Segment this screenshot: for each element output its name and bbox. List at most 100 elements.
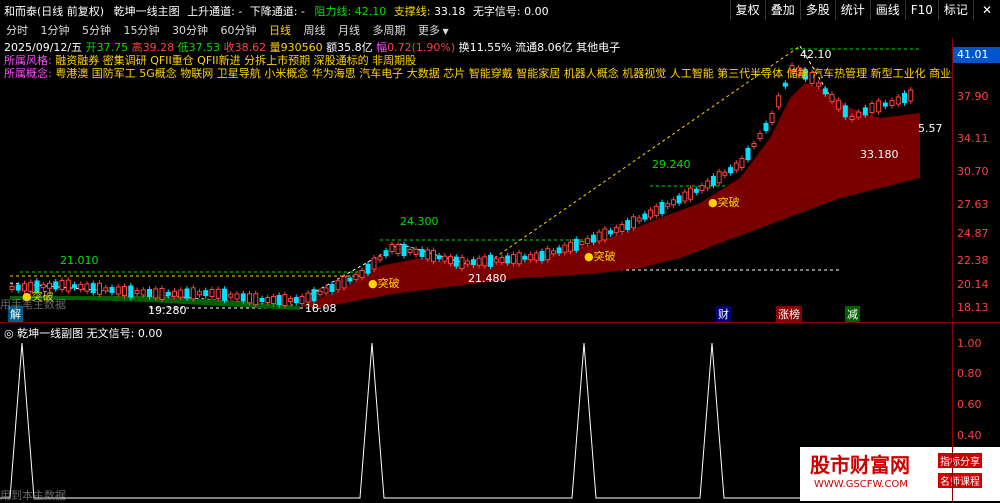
candle-body	[288, 298, 294, 302]
overlay-button[interactable]: 叠加	[764, 0, 800, 20]
concept-label: 所属概念:	[4, 67, 52, 80]
tab-more[interactable]: 更多 ▼	[418, 24, 449, 37]
candle-body	[716, 171, 722, 184]
turnover-value: 11.55%	[469, 41, 512, 54]
coin-icon: ●	[708, 196, 718, 209]
candle-body	[556, 247, 562, 254]
candle-body	[282, 294, 288, 306]
price-axis: 41.01 37.90 34.11 30.70 27.63 24.87 22.3…	[952, 38, 1000, 318]
breakout-marker: ●突破	[368, 277, 400, 290]
float-label: 流通	[515, 41, 538, 54]
period-tabs: 分时 1分钟 5分钟 15分钟 30分钟 60分钟 日线 周线 月线 多周期 更…	[6, 22, 458, 38]
candle-body	[842, 105, 848, 118]
candle-body	[579, 241, 585, 245]
price-label-33180: 33.180	[860, 148, 899, 161]
candle-body	[53, 281, 59, 290]
resistance-label: 阻力线:	[314, 5, 352, 18]
candle-body	[190, 287, 196, 300]
candle-body	[84, 283, 90, 292]
chart-watermark: 用手笔主数据	[0, 298, 66, 311]
tab-5min[interactable]: 5分钟	[82, 24, 111, 37]
restore-rights-button[interactable]: 复权	[729, 0, 765, 20]
main-chart[interactable]: 2025/09/12/五 开37.75 高39.28 低37.53 收38.62…	[0, 38, 952, 322]
candle-body	[733, 162, 739, 171]
candle-body	[745, 148, 751, 160]
candle-body	[849, 116, 855, 120]
candle-body	[147, 289, 152, 297]
candle-body	[642, 213, 648, 220]
indicator-name[interactable]: 乾坤一线主图	[114, 5, 180, 18]
upper-channel-label: 上升通道:	[187, 5, 235, 18]
candle-body	[459, 257, 465, 269]
candle-body	[153, 288, 159, 299]
tab-60min[interactable]: 60分钟	[221, 24, 257, 37]
candle-body	[776, 95, 782, 108]
candle-body	[522, 255, 528, 260]
candle-body	[688, 187, 694, 200]
concept-line: 所属概念: 粤港澳 国防军工 5G概念 物联网 卫星导航 小米概念 华为海思 汽…	[4, 65, 952, 81]
candle-body	[353, 273, 359, 280]
tab-1min[interactable]: 1分钟	[41, 24, 70, 37]
candle-body	[234, 293, 240, 300]
close-icon[interactable]: ✕	[972, 0, 1000, 20]
candle-body	[276, 295, 282, 305]
y-tick: 30.70	[957, 165, 989, 178]
candle-body	[240, 293, 246, 302]
candle-body	[442, 255, 448, 262]
f10-button[interactable]: F10	[904, 0, 938, 20]
candle-body	[822, 88, 828, 95]
candle-body	[407, 249, 413, 253]
candle-body	[430, 249, 436, 262]
candle-body	[203, 290, 209, 297]
event-marker-list[interactable]: 涨榜	[776, 306, 802, 322]
candle-body	[341, 276, 347, 289]
candle-body	[636, 217, 642, 222]
multi-stock-button[interactable]: 多股	[799, 0, 835, 20]
candle-body	[659, 202, 665, 214]
candle-body	[705, 180, 711, 189]
candle-body	[448, 256, 454, 265]
candle-body	[395, 244, 401, 254]
candle-body	[493, 258, 499, 263]
stock-title[interactable]: 和而泰(日线 前复权)	[4, 5, 104, 18]
candle-body	[882, 102, 888, 107]
candle-body	[465, 260, 471, 265]
candle-body	[228, 293, 234, 298]
tab-30min[interactable]: 30分钟	[172, 24, 208, 37]
y-tick: 0.40	[957, 429, 982, 442]
turnover-label: 换	[458, 41, 470, 54]
candle-body	[305, 292, 311, 303]
candle-body	[453, 256, 459, 267]
tab-intraday[interactable]: 分时	[6, 24, 28, 37]
candle-body	[510, 253, 516, 264]
event-marker-reduce[interactable]: 减	[845, 306, 860, 322]
chevron-down-icon: ▼	[440, 27, 449, 36]
lower-channel-label: 下降通道:	[249, 5, 298, 18]
candle-body	[317, 290, 323, 295]
candle-body	[676, 195, 682, 204]
candle-body	[470, 259, 476, 266]
sub-chart[interactable]: ◎ 乾坤一线副图 无文信号: 0.00 用到本主数据 股市财富网 WWW.GSC…	[0, 322, 1000, 502]
candle-body	[401, 244, 407, 256]
price-label-29240: 29.240	[652, 158, 691, 171]
candle-body	[596, 231, 602, 242]
y-tick: 22.38	[957, 254, 989, 267]
tab-daily[interactable]: 日线	[269, 24, 291, 37]
statistics-button[interactable]: 统计	[834, 0, 870, 20]
candle-body	[97, 282, 102, 295]
mark-button[interactable]: 标记	[937, 0, 973, 20]
tab-weekly[interactable]: 周线	[304, 24, 326, 37]
draw-line-button[interactable]: 画线	[869, 0, 905, 20]
candle-body	[722, 171, 728, 176]
candle-body	[365, 263, 371, 274]
event-marker-finance[interactable]: 财	[716, 306, 731, 322]
candle-body	[653, 205, 659, 216]
tab-multi-period[interactable]: 多周期	[373, 24, 406, 37]
candle-body	[270, 296, 276, 304]
candle-body	[568, 241, 574, 252]
tab-15min[interactable]: 15分钟	[124, 24, 160, 37]
period-bar: 分时 1分钟 5分钟 15分钟 30分钟 60分钟 日线 周线 月线 多周期 更…	[0, 20, 1000, 38]
candle-body	[505, 255, 511, 264]
candle-body	[122, 286, 127, 296]
tab-monthly[interactable]: 月线	[338, 24, 360, 37]
